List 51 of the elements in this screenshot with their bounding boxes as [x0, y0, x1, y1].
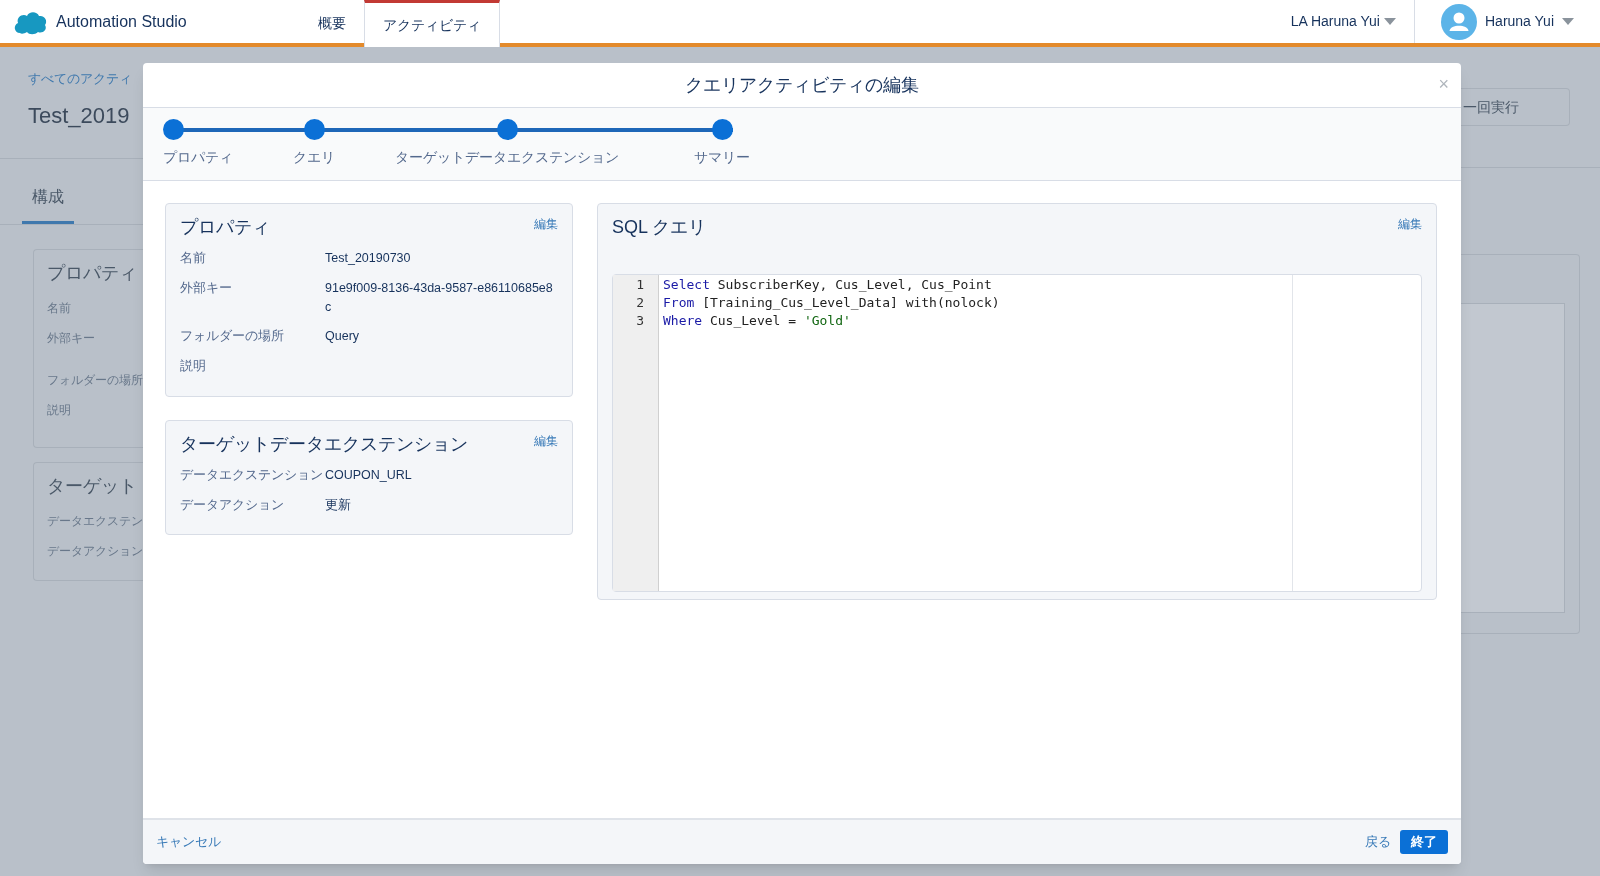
caret-icon: [1384, 17, 1396, 26]
breadcrumb-link[interactable]: すべてのアクティ: [28, 69, 132, 89]
card-title: プロパティ: [47, 261, 138, 285]
field-label: 説明: [180, 358, 207, 375]
field-value: COUPON_URL: [325, 466, 413, 484]
edit-link[interactable]: 編集: [1398, 215, 1422, 233]
line-number: 3: [636, 312, 644, 330]
card-title: プロパティ: [180, 216, 270, 239]
step-label: プロパティ: [163, 148, 233, 167]
field-label: 外部キー: [47, 329, 96, 347]
code-line: Where Cus_Level = 'Gold': [663, 312, 851, 330]
line-number: 1: [636, 276, 644, 294]
back-link[interactable]: 戻る: [1365, 832, 1391, 852]
field-label: データエクステンション: [180, 466, 324, 484]
field-label: 名前: [47, 299, 72, 317]
field-value: 更新: [325, 496, 352, 514]
field-label: 外部キー: [180, 279, 233, 297]
step-label: クエリ: [293, 148, 335, 167]
step-label: サマリー: [694, 148, 750, 167]
field-label: データアクション: [180, 496, 285, 514]
account-menu[interactable]: LA Haruna Yui: [1272, 0, 1415, 43]
edit-link[interactable]: 編集: [534, 215, 558, 233]
user-menu[interactable]: Haruna Yui: [1415, 0, 1600, 43]
finish-button[interactable]: 終了: [1400, 830, 1448, 854]
card-title: ターゲット: [47, 474, 138, 498]
card-title: SQL クエリ: [612, 216, 707, 239]
section-tab[interactable]: 構成: [22, 184, 74, 224]
avatar-icon: [1441, 3, 1477, 40]
line-number: 2: [636, 294, 644, 312]
field-value: Query: [325, 328, 361, 346]
code-line: From [Training_Cus_Level_Data] with(nolock): [663, 294, 1000, 312]
page-title: Test_2019: [28, 101, 130, 130]
code-line: Select SubscriberKey, Cus_Level, Cus_Point: [663, 276, 992, 294]
nav-tab[interactable]: 概要: [300, 0, 364, 47]
field-value: Test_20190730: [325, 250, 412, 267]
field-label: 説明: [47, 401, 72, 419]
cancel-link[interactable]: キャンセル: [156, 832, 221, 852]
app-title: Automation Studio: [56, 11, 187, 32]
code-editor[interactable]: 1 2 3 Select SubscriberKey, Cus_Level, Cus_Point From [Training_Cus_Level_Data] with(nolock) Where Cus_Level = 'Gold': [612, 274, 1422, 592]
field-label: フォルダーの場所: [180, 328, 285, 346]
nav-tab[interactable]: アクティビティ: [364, 0, 500, 47]
field-value: 91e9f009-8136-43da-9587-e86110685e8c: [325, 279, 554, 316]
field-label: データアクション: [47, 542, 143, 560]
modal-title: クエリアクティビティの編集: [685, 73, 919, 97]
card-title: ターゲットデータエクステンション: [180, 432, 468, 456]
field-label: データエクステン: [47, 512, 143, 530]
step-label: ターゲットデータエクステンション: [395, 148, 619, 167]
field-label: 名前: [180, 250, 207, 267]
edit-link[interactable]: 編集: [534, 431, 558, 450]
caret-icon: [1562, 17, 1574, 26]
field-label: フォルダーの場所: [47, 371, 143, 389]
